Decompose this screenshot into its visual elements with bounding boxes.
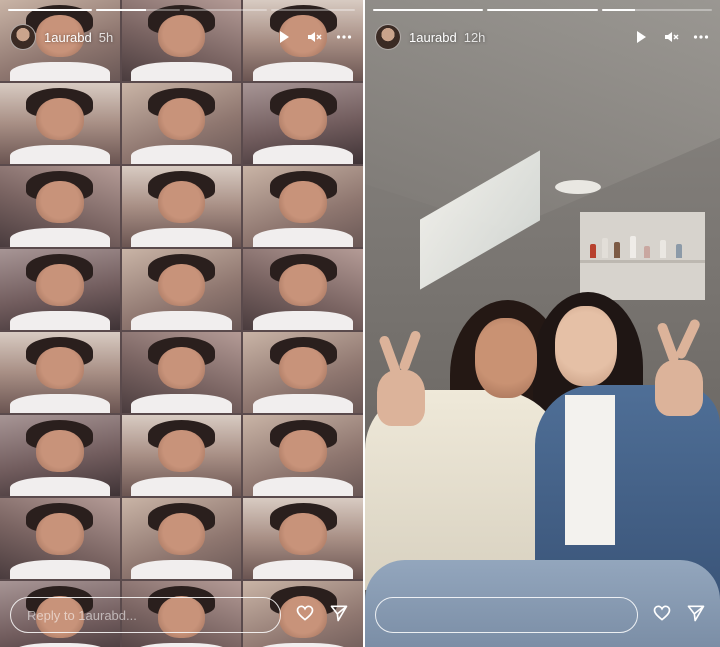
collage-tile <box>243 83 363 164</box>
collage-tile <box>0 249 120 330</box>
send-icon[interactable] <box>329 603 349 628</box>
send-icon[interactable] <box>686 603 706 628</box>
progress-segment <box>95 9 180 11</box>
progress-segment <box>601 9 712 11</box>
post-time: 5h <box>98 29 114 45</box>
username[interactable]: 1aurabd <box>409 30 457 45</box>
mute-icon[interactable] <box>662 28 680 46</box>
progress-segment <box>271 9 355 11</box>
mute-icon[interactable] <box>305 28 323 46</box>
username[interactable]: 1aurabd <box>44 30 92 45</box>
collage-tile <box>0 498 120 579</box>
story-photo <box>365 0 720 647</box>
story-header: 1aurabd 5h <box>10 22 353 52</box>
more-icon[interactable] <box>335 28 353 46</box>
collage-tile <box>0 415 120 496</box>
collage-tile <box>0 166 120 247</box>
play-icon[interactable] <box>275 28 293 46</box>
avatar[interactable] <box>375 24 401 50</box>
story-collage <box>0 0 363 647</box>
more-icon[interactable] <box>692 28 710 46</box>
collage-tile <box>243 166 363 247</box>
collage-tile <box>121 166 242 247</box>
collage-tile <box>243 249 363 330</box>
story-footer <box>375 595 710 635</box>
play-icon[interactable] <box>632 28 650 46</box>
story-progress-bar <box>373 9 712 11</box>
collage-tile <box>243 332 363 413</box>
heart-icon[interactable] <box>295 603 315 628</box>
heart-icon[interactable] <box>652 603 672 628</box>
collage-tile <box>121 83 242 164</box>
story-header: 1aurabd 12h <box>375 22 710 52</box>
reply-input[interactable] <box>10 597 281 633</box>
collage-tile <box>243 415 363 496</box>
progress-segment <box>487 9 598 11</box>
collage-tile <box>121 249 242 330</box>
collage-tile <box>121 332 242 413</box>
progress-segment <box>183 9 268 11</box>
collage-tile <box>0 332 120 413</box>
avatar[interactable] <box>10 24 36 50</box>
post-time: 12h <box>463 29 486 45</box>
story-panel-right[interactable]: 1aurabd 12h <box>365 0 720 647</box>
reply-input[interactable] <box>375 597 638 633</box>
story-footer <box>10 595 353 635</box>
story-panel-left[interactable]: 1aurabd 5h <box>0 0 363 647</box>
progress-segment <box>8 9 92 11</box>
story-progress-bar <box>8 9 355 11</box>
collage-tile <box>243 498 363 579</box>
collage-tile <box>0 83 120 164</box>
progress-segment <box>373 9 484 11</box>
collage-tile <box>121 415 242 496</box>
collage-tile <box>121 498 242 579</box>
